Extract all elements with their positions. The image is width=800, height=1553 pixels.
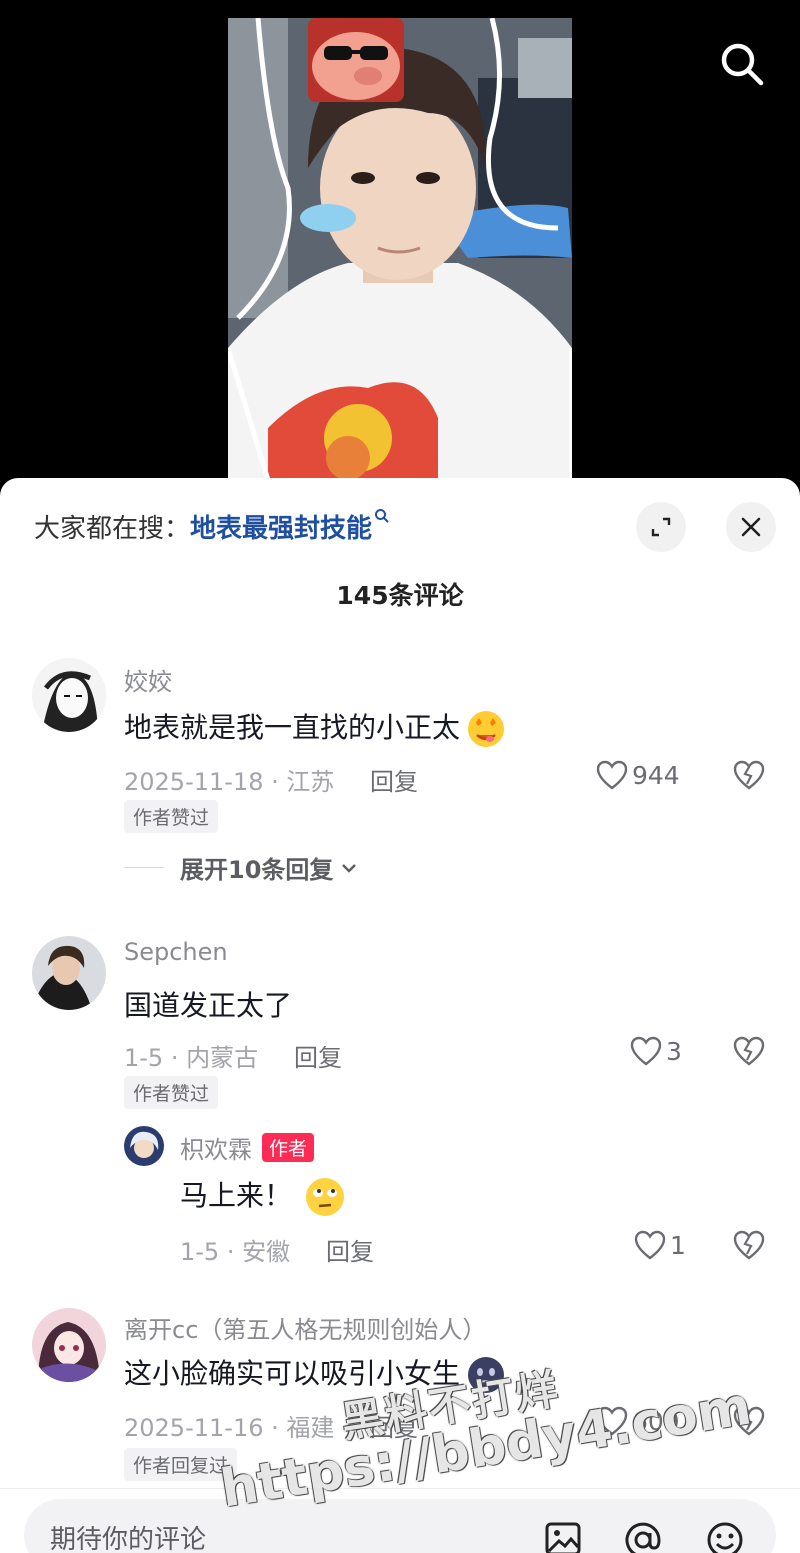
like-count: 1: [670, 1230, 686, 1260]
comment-text: 地表就是我一直找的小正太: [124, 706, 506, 749]
hot-search-keyword[interactable]: 地表最强封技能: [190, 514, 372, 544]
reply-username[interactable]: 枳欢霖: [180, 1136, 252, 1164]
search-button[interactable]: [716, 38, 768, 90]
dislike-button[interactable]: [732, 1036, 766, 1070]
reply-button[interactable]: 回复: [326, 1232, 374, 1267]
comment-input-bar: 期待你的评论: [0, 1488, 800, 1553]
expand-button[interactable]: [636, 502, 686, 552]
hot-search-bar[interactable]: 大家都在搜：地表最强封技能: [34, 508, 390, 545]
avatar[interactable]: [32, 936, 106, 1010]
like-button[interactable]: 1: [634, 1230, 686, 1260]
video-frame[interactable]: [228, 18, 572, 480]
comment-text: 国道发正太了: [124, 989, 293, 1022]
reply-button[interactable]: 回复: [370, 762, 418, 797]
avatar[interactable]: [124, 1126, 164, 1166]
comment-username[interactable]: 姣姣: [124, 662, 172, 697]
comment-username[interactable]: Sepchen: [124, 938, 228, 966]
avatar[interactable]: [32, 1308, 106, 1382]
eye-roll-emoji: [306, 1178, 345, 1216]
expand-icon: [651, 517, 671, 537]
broken-heart-icon: [733, 1036, 765, 1066]
comment-meta: 2025-11-16 · 福建: [124, 1414, 335, 1442]
like-count: 609: [632, 1406, 680, 1436]
heart-icon: [630, 1036, 662, 1066]
reply-text: 马上来！: [180, 1174, 346, 1218]
reply-meta: 1-5 · 安徽: [180, 1238, 291, 1266]
like-button[interactable]: 3: [630, 1036, 682, 1066]
heart-icon: [596, 1406, 628, 1436]
avatar-image: [32, 658, 106, 732]
comment-input-placeholder: 期待你的评论: [50, 1525, 207, 1553]
hot-search-prefix: 大家都在搜：: [34, 514, 191, 544]
chevron-down-icon: [342, 863, 357, 873]
broken-heart-icon: [733, 1406, 765, 1436]
dislike-button[interactable]: [732, 760, 766, 794]
avatar-image: [32, 1308, 106, 1382]
close-icon: [741, 517, 761, 537]
hot-search-icon: [375, 509, 389, 523]
like-button[interactable]: 944: [596, 760, 680, 790]
reply-button[interactable]: 回复: [370, 1408, 418, 1443]
reply-button[interactable]: 回复: [294, 1038, 342, 1073]
heart-icon: [596, 760, 628, 790]
comment-sheet: 大家都在搜：地表最强封技能 145条评论 姣姣 地表就是我一直找的小正太 202…: [0, 478, 800, 1553]
divider-line: [124, 867, 164, 868]
video-still-image: [228, 18, 572, 480]
expand-replies-label: 展开10条回复: [180, 856, 334, 884]
like-count: 3: [666, 1036, 682, 1066]
reply-text-body: 马上来！: [180, 1179, 293, 1212]
avatar-image: [124, 1126, 164, 1166]
image-icon[interactable]: [544, 1521, 582, 1553]
like-count: 944: [632, 760, 680, 790]
broken-heart-icon: [733, 760, 765, 790]
comment-text-body: 这小脸确实可以吸引小女生: [124, 1357, 461, 1390]
like-button[interactable]: 609: [596, 1406, 680, 1436]
comment-meta: 1-5 · 内蒙古: [124, 1044, 259, 1072]
comment-count: 145条评论: [336, 581, 464, 610]
author-liked-tag: 作者赞过: [124, 1076, 219, 1109]
comment-username[interactable]: 离开cc（第五人格无规则创始人）: [124, 1310, 486, 1345]
dislike-button[interactable]: [732, 1406, 766, 1440]
dark-face-emoji: [468, 1357, 505, 1393]
comment-text-body: 地表就是我一直找的小正太: [124, 711, 461, 744]
avatar[interactable]: [32, 658, 106, 732]
dislike-button[interactable]: [732, 1230, 766, 1264]
star-eyes-emoji: [468, 711, 505, 747]
avatar-image: [32, 936, 106, 1010]
heart-icon: [634, 1230, 666, 1260]
comment-input[interactable]: 期待你的评论: [24, 1499, 776, 1553]
video-player[interactable]: [0, 0, 800, 480]
comment-text: 这小脸确实可以吸引小女生: [124, 1352, 506, 1395]
emoji-icon[interactable]: [706, 1521, 744, 1553]
search-icon: [721, 43, 764, 86]
expand-replies-button[interactable]: 展开10条回复: [124, 850, 359, 885]
author-replied-tag: 作者回复过: [124, 1448, 238, 1481]
broken-heart-icon: [733, 1230, 765, 1260]
author-badge: 作者: [262, 1133, 315, 1162]
at-icon[interactable]: [624, 1521, 662, 1553]
author-liked-tag: 作者赞过: [124, 800, 219, 833]
reply-username-row: 枳欢霖 作者: [180, 1130, 315, 1165]
close-button[interactable]: [726, 502, 776, 552]
comment-meta: 2025-11-18 · 江苏: [124, 768, 335, 796]
